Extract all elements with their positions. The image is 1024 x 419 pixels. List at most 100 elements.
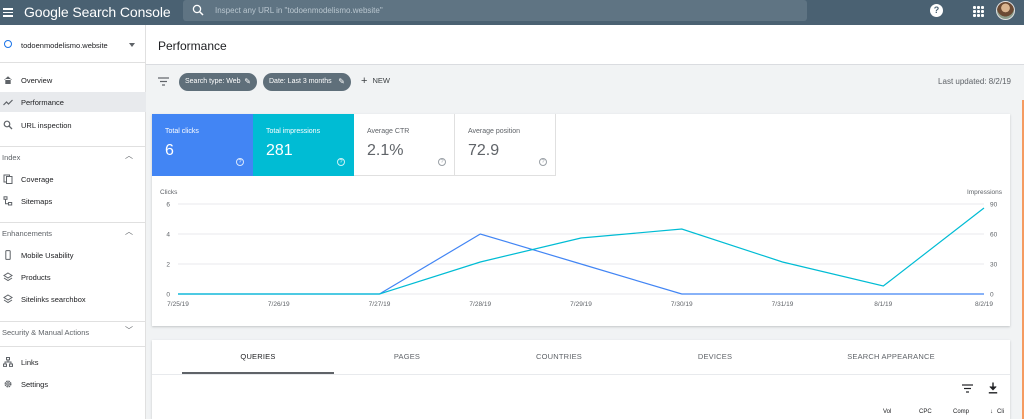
section-enhancements[interactable]: Enhancements ︿ <box>0 222 146 242</box>
help-icon[interactable]: ? <box>337 158 345 166</box>
sidebar-item-label: Mobile Usability <box>21 251 74 260</box>
sidebar-item-url-inspection[interactable]: URL inspection <box>0 115 146 135</box>
section-index[interactable]: Index ︿ <box>0 146 146 166</box>
divider <box>0 346 146 347</box>
sidebar-item-performance[interactable]: Performance <box>0 92 146 112</box>
section-security-manual-actions[interactable]: Security & Manual Actions ﹀ <box>0 321 146 341</box>
metric-label: Total impressions <box>266 128 321 135</box>
column-header-clicks[interactable]: Cli <box>997 409 1004 415</box>
metric-value: 72.9 <box>468 142 500 159</box>
sidebar-item-label: Coverage <box>21 175 54 184</box>
column-header-vol[interactable]: Vol <box>883 409 891 415</box>
sidebar-item-settings[interactable]: Settings <box>0 374 146 394</box>
edit-icon: ✎ <box>338 77 345 86</box>
sidebar-item-label: Sitemaps <box>21 197 53 206</box>
tab-pages[interactable]: PAGES <box>331 340 483 374</box>
smartphone-icon <box>5 250 11 260</box>
metric-tile-total-impressions[interactable]: Total impressions 281 ? <box>253 114 354 176</box>
sidebar-item-coverage[interactable]: Coverage <box>0 169 146 189</box>
sort-arrow-icon[interactable]: ↓ <box>990 409 993 415</box>
metric-tile-total-clicks[interactable]: Total clicks 6 ? <box>152 114 253 176</box>
main-content: Performance Search type: Web ✎ Date: Las… <box>146 25 1024 419</box>
section-label: Security & Manual Actions <box>2 328 90 337</box>
x-tick-label: 7/30/19 <box>671 301 693 308</box>
page-header: Performance <box>146 25 1024 65</box>
filter-chip-search-type[interactable]: Search type: Web ✎ <box>179 73 257 91</box>
metric-value: 2.1% <box>367 142 404 159</box>
filter-icon[interactable] <box>158 77 169 86</box>
y-tick-label-right: 90 <box>990 201 998 208</box>
tab-search-appearance[interactable]: SEARCH APPEARANCE <box>815 340 967 374</box>
report-tabs-card: QUERIES PAGES COUNTRIES DEVICES SEARCH A… <box>152 340 1010 419</box>
help-icon[interactable]: ? <box>930 4 943 17</box>
search-icon <box>3 120 13 130</box>
x-tick-label: 7/26/19 <box>268 301 290 308</box>
metric-label: Total clicks <box>165 128 199 135</box>
sidebar-item-links[interactable]: Links <box>0 352 146 372</box>
filter-bar: Search type: Web ✎ Date: Last 3 months ✎… <box>146 65 1024 100</box>
url-inspect-search-box[interactable] <box>183 0 807 21</box>
section-label: Enhancements <box>2 229 53 238</box>
filter-rows-icon[interactable] <box>962 384 973 393</box>
tabs-divider <box>152 374 1010 375</box>
chevron-up-icon: ︿ <box>125 227 133 236</box>
sidebar: todoenmodelismo.website Overview Perform… <box>0 25 146 419</box>
trending-up-icon <box>3 99 13 106</box>
column-header-cpc[interactable]: CPC <box>919 409 932 415</box>
chevron-down-icon: ﹀ <box>125 326 133 335</box>
sidebar-item-label: Products <box>21 273 51 282</box>
y-tick-label-right: 30 <box>990 261 998 268</box>
chevron-up-icon: ︿ <box>125 151 133 160</box>
sidebar-item-sitemaps[interactable]: Sitemaps <box>0 191 146 211</box>
help-icon[interactable]: ? <box>539 158 547 166</box>
x-tick-label: 7/27/19 <box>369 301 391 308</box>
property-selector[interactable]: todoenmodelismo.website <box>0 25 146 63</box>
y-tick-label-right: 60 <box>990 231 998 238</box>
account-avatar[interactable] <box>996 1 1015 20</box>
sitemap-icon <box>3 196 13 206</box>
chip-label: Date: Last 3 months <box>269 78 332 85</box>
gear-icon <box>4 380 12 388</box>
search-icon <box>192 4 204 16</box>
x-tick-label: 7/25/19 <box>167 301 189 308</box>
x-tick-label: 7/31/19 <box>772 301 794 308</box>
help-icon[interactable]: ? <box>438 158 446 166</box>
x-tick-label: 8/1/19 <box>874 301 892 308</box>
x-tick-label: 7/29/19 <box>570 301 592 308</box>
apps-grid-icon[interactable] <box>973 6 984 17</box>
tab-devices[interactable]: DEVICES <box>639 340 791 374</box>
y-tick-label-right: 0 <box>990 291 994 298</box>
last-updated: Last updated: 8/2/19 <box>938 77 1011 86</box>
sidebar-item-mobile-usability[interactable]: Mobile Usability <box>0 245 146 265</box>
filter-chip-date[interactable]: Date: Last 3 months ✎ <box>263 73 351 91</box>
performance-line-chart: Clicks Impressions 02460306090 7/25/19 7/… <box>160 189 1003 308</box>
globe-icon <box>4 40 12 48</box>
home-icon <box>4 76 12 84</box>
tab-countries[interactable]: COUNTRIES <box>483 340 635 374</box>
sidebar-item-label: URL inspection <box>21 121 72 130</box>
page-title: Performance <box>158 39 227 53</box>
url-inspect-input[interactable] <box>215 4 775 17</box>
product-title[interactable]: Google Search Console <box>24 4 171 20</box>
metric-tile-average-position[interactable]: Average position 72.9 ? <box>455 114 556 176</box>
metric-value: 281 <box>266 142 293 159</box>
tab-queries[interactable]: QUERIES <box>182 340 334 374</box>
sidebar-item-overview[interactable]: Overview <box>0 70 146 90</box>
help-icon[interactable]: ? <box>236 158 244 166</box>
copy-icon <box>3 174 13 184</box>
sidebar-item-label: Settings <box>21 380 49 389</box>
hamburger-menu-icon[interactable] <box>3 6 13 18</box>
top-app-bar: Google Search Console ? <box>0 0 1024 25</box>
metric-tile-average-ctr[interactable]: Average CTR 2.1% ? <box>354 114 455 176</box>
new-label: NEW <box>372 76 390 85</box>
y-tick-label-left: 4 <box>166 231 170 238</box>
layers-icon <box>3 294 13 304</box>
download-icon[interactable] <box>988 382 998 394</box>
sidebar-item-sitelinks-searchbox[interactable]: Sitelinks searchbox <box>0 289 146 309</box>
column-header-comp[interactable]: Comp <box>953 409 969 415</box>
performance-chart-card: Total clicks 6 ? Total impressions 281 ?… <box>152 114 1010 326</box>
new-filter-button[interactable]: + NEW <box>361 75 390 89</box>
sidebar-item-products[interactable]: Products <box>0 267 146 287</box>
y-tick-label-left: 2 <box>166 261 170 268</box>
y-axis-label-right: Impressions <box>967 189 1003 196</box>
